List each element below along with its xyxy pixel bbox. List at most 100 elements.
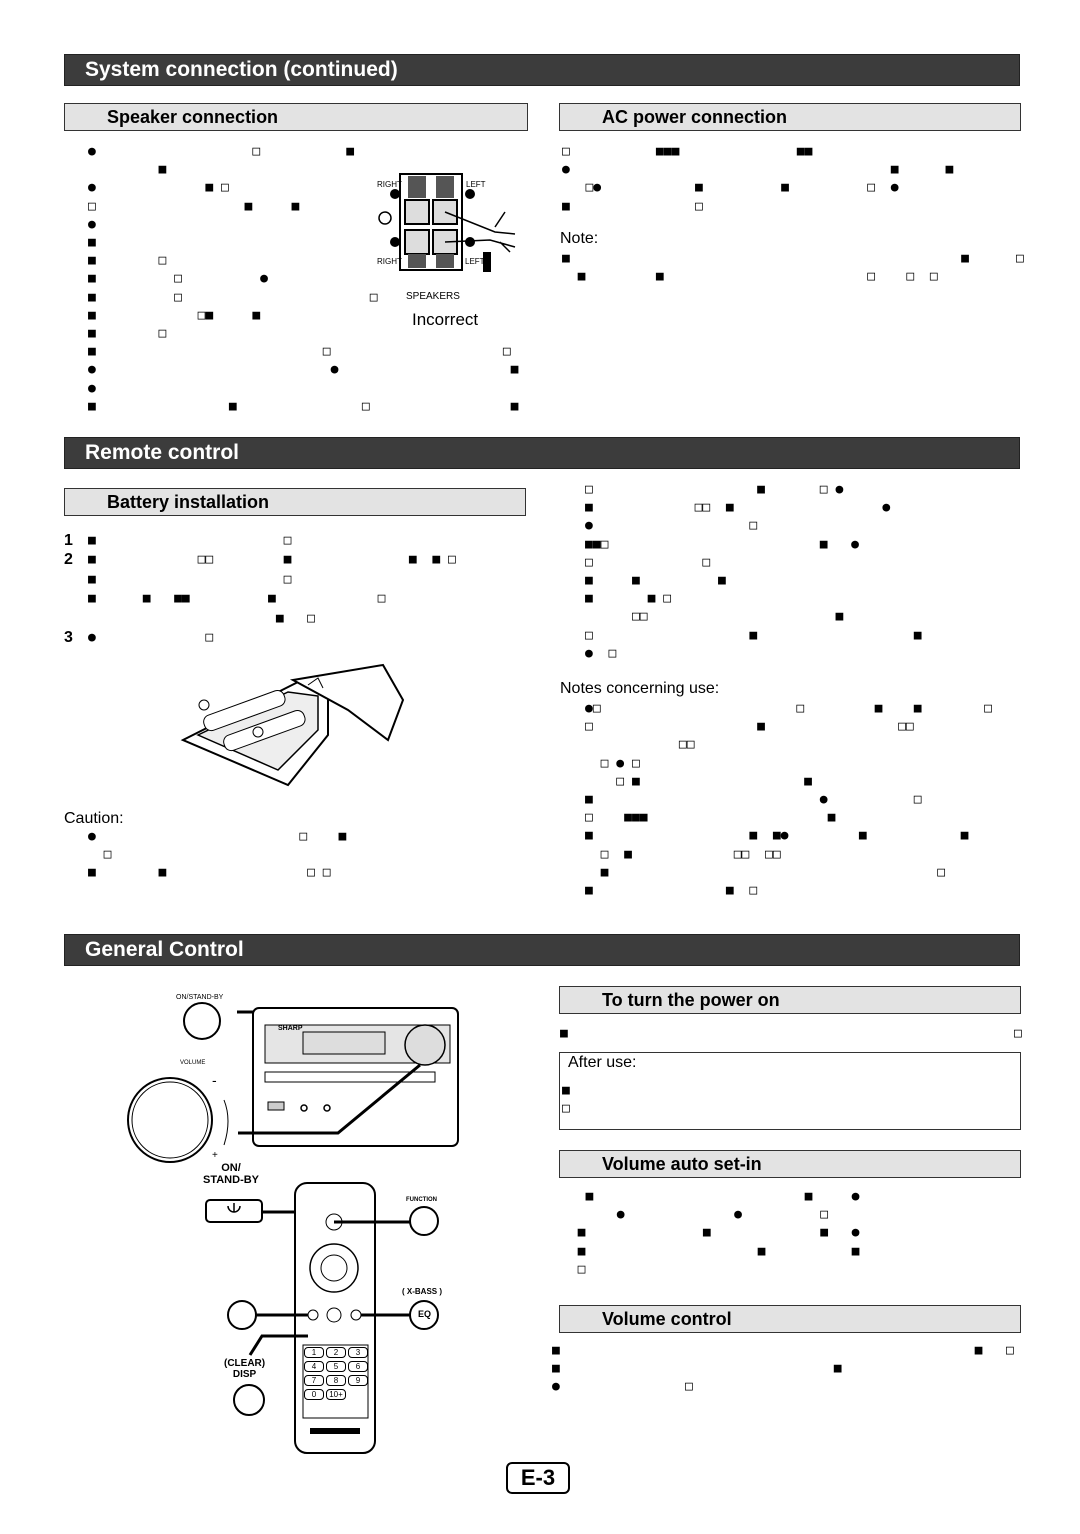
battery-steps: 1 ■ □ 2 ■ □□ ■ ■ ■ □ ■ □ ■ ■ ■■ ■ □ ■ □ 3 ● □ [64, 531, 456, 648]
keypad-key: 2 [326, 1347, 346, 1358]
text-line: ■ ■ □ ■ [88, 398, 519, 414]
function-label: FUNCTION [406, 1197, 437, 1203]
text-line: ■ ■ ■ [562, 1243, 860, 1259]
power-on-text: ■ □ [560, 1025, 1022, 1043]
text-line: ● [88, 380, 96, 396]
notes-text: ●□ □ ■ ■ □ □ ■ □□ □□ □ ● □ □ ■ ■ ■ ● □ □ ■■… [585, 700, 992, 900]
text-line: □ ■ ■ [585, 773, 812, 789]
speaker-terminal-figure [378, 173, 516, 272]
text-line: □ [562, 1101, 570, 1117]
section-header-general-control: General Control [64, 934, 1020, 966]
volume-auto-text: ■ ■ ● ● ● □ ■ ■ ■ ● ■ ■ ■ □ [562, 1188, 860, 1279]
remote-keypad: 1 2 3 4 5 6 7 8 9 0 10+ [304, 1347, 368, 1400]
volume-plus: + [212, 1150, 218, 1161]
remote-on-standby-label: ON/ STAND-BY [203, 1162, 260, 1186]
keypad-key: 0 [304, 1389, 324, 1400]
step-text: ■ ■ ■■ ■ □ [88, 591, 386, 607]
text-line: ● □ [585, 518, 758, 534]
text-line: ■ ■ ● [562, 1189, 860, 1204]
battery-step: 1 ■ □ [64, 531, 456, 551]
text-line: ■ □ [560, 1026, 1022, 1041]
step-text: ■ □□ ■ ■ ■ □ [88, 552, 456, 568]
step-number: 1 [64, 531, 73, 549]
text-line: ■ ■ ■● ■ ■ [585, 828, 969, 844]
text-line: ● ● ■ [88, 362, 519, 378]
remote-control-text: □ ■ □ ● ■ □□ ■ ● ● □ ■■□ ■ ● □ □ ■ ■ ■ ■ ■ □ □… [585, 481, 922, 663]
keypad-key: 10+ [326, 1389, 346, 1400]
step-text: ■ □ [88, 610, 315, 626]
page-number: E-3 [506, 1462, 570, 1494]
keypad-key: 5 [326, 1361, 346, 1372]
text-line: ■ ■ □ [552, 1343, 1014, 1358]
notes-concerning-use-label: Notes concerning use: [560, 680, 720, 697]
text-line: □ ■ □□ [585, 719, 914, 735]
text-line: ● ● □ [562, 1207, 829, 1223]
text-line: ■ [562, 1083, 570, 1098]
label-left-bottom: LEFT [465, 257, 485, 266]
text-line: □ ■■■ ■■ [562, 144, 813, 159]
text-line: ■ ■ □ □ [88, 865, 331, 881]
text-line: □□ ■ [585, 609, 844, 625]
text-line: □● ■ ■ □ ● [562, 180, 899, 196]
step-number: 2 [64, 551, 73, 569]
battery-step: ■ □ [64, 570, 456, 590]
main-unit-and-remote-figure [127, 1002, 459, 1454]
text-line: □ ■ □ ● [585, 482, 844, 497]
volume-label: VOLUME [180, 1060, 206, 1066]
label-right-top: RIGHT [377, 180, 402, 189]
ac-power-text: □ ■■■ ■■ ● ■ ■ □● ■ ■ □ ● ■ □ [562, 143, 953, 216]
text-line: □ ● □ [585, 755, 640, 771]
brand-logo: SHARP [278, 1025, 303, 1032]
text-line: ■ ■ ■ ● [562, 1225, 860, 1241]
step-text: ■ □ [88, 532, 292, 548]
keypad-key: 6 [348, 1361, 368, 1372]
keypad-key: 7 [304, 1375, 324, 1386]
text-line: ■ ■ □ □ □ [562, 269, 938, 285]
text-line: ■ ■ □ [585, 591, 672, 607]
text-line: □ ■■■ ■ [585, 810, 836, 826]
text-line: □ ■ □□ □□ [585, 846, 781, 862]
caution-text: ● □ ■ □ ■ ■ □ □ [88, 828, 346, 883]
text-line: ■ □ [562, 198, 703, 214]
subheader-battery-installation: Battery installation [64, 488, 526, 516]
volume-minus: - [212, 1072, 217, 1088]
step-number: 3 [64, 629, 73, 647]
step-text: ● □ [88, 630, 214, 646]
ac-power-note-text: ■ ■ □ ■ ■ □ □ □ [562, 250, 1024, 286]
on-standby-label: ON/STAND-BY [176, 994, 224, 1001]
label-right-bottom: RIGHT [377, 257, 402, 266]
text-line: ● ■ ■ [562, 162, 954, 178]
battery-step: ■ ■ ■■ ■ □ [64, 590, 456, 610]
step-text: ■ □ [88, 571, 292, 587]
eq-button-label: EQ [418, 1309, 432, 1319]
section-header-system-connection: System connection (continued) [64, 54, 1020, 86]
subheader-volume-control: Volume control [559, 1305, 1021, 1333]
manual-page: System connection (continued) Speaker co… [0, 0, 1080, 1534]
keypad-key: 1 [304, 1347, 324, 1358]
battery-step: 3 ● □ [64, 629, 456, 649]
text-line: ●□ □ ■ ■ □ [585, 701, 992, 716]
label-left-top: LEFT [466, 180, 486, 189]
text-line: ● □ ■ [88, 829, 347, 844]
text-line: □ □ [585, 554, 711, 570]
keypad-key: 8 [326, 1375, 346, 1386]
battery-step: 2 ■ □□ ■ ■ ■ □ [64, 551, 456, 571]
text-line: ● □ ■ [88, 144, 355, 159]
subheader-speaker-connection: Speaker connection [64, 103, 528, 131]
text-line: ■ □ [585, 864, 946, 880]
battery-step: ■ □ [64, 609, 456, 629]
text-line: ■ □ □ [88, 344, 511, 360]
text-line: ● □ [552, 1379, 693, 1395]
keypad-key: 9 [348, 1375, 368, 1386]
clear-disp-label: (CLEAR) DISP [224, 1358, 266, 1380]
subheader-ac-power: AC power connection [559, 103, 1021, 131]
text-line: ■ ● □ [585, 792, 922, 808]
subheader-volume-auto-set-in: Volume auto set-in [559, 1150, 1021, 1178]
text-line: □ [562, 1261, 586, 1277]
text-line: ■ ■ ■ [585, 573, 726, 589]
text-line: □ ■ ■ [585, 627, 922, 643]
after-use-text: ■ □ [562, 1082, 570, 1118]
keypad-key: 4 [304, 1361, 324, 1372]
keypad-key: 3 [348, 1347, 368, 1358]
incorrect-label: Incorrect [412, 310, 479, 329]
